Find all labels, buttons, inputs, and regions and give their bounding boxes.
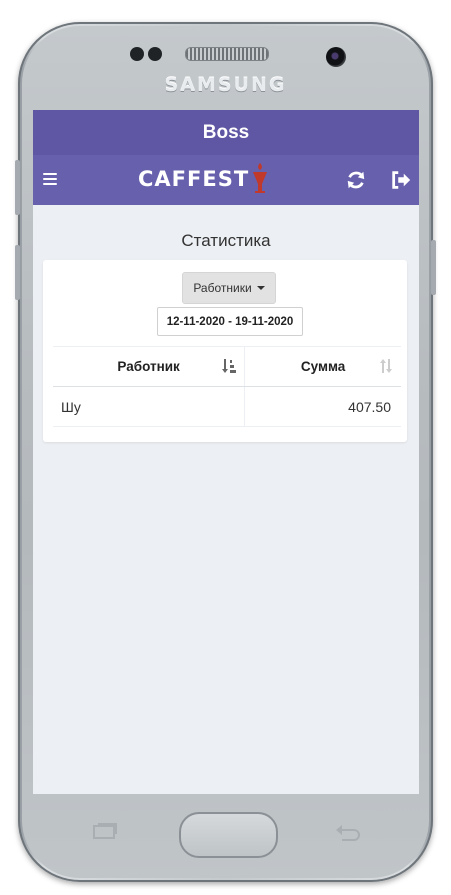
recents-icon	[93, 823, 117, 839]
volume-up-button	[15, 160, 20, 215]
home-button	[179, 812, 278, 858]
power-button	[431, 240, 436, 295]
column-header-worker[interactable]: Работник	[53, 346, 246, 387]
logout-icon[interactable]	[390, 169, 412, 191]
statistics-card: Работники 12-11-2020 - 19-11-2020 Работн…	[43, 260, 407, 442]
column-header-label: Работник	[117, 359, 180, 374]
app-screen: Boss CAFFEST Статистика Работники 12-11-…	[33, 110, 419, 794]
volume-down-button	[15, 245, 20, 300]
app-toolbar: CAFFEST	[33, 155, 419, 205]
app-logo-text: CAFFEST	[138, 167, 250, 191]
sensor-dot	[148, 47, 162, 61]
dropdown-label: Работники	[193, 281, 252, 295]
table-row: Шу 407.50	[53, 386, 401, 427]
caret-down-icon	[256, 286, 265, 290]
earpiece-speaker	[185, 47, 269, 61]
refresh-icon[interactable]	[345, 169, 367, 191]
sort-ascending-icon[interactable]	[222, 358, 237, 374]
app-title: Boss	[33, 110, 419, 155]
page-title: Статистика	[181, 231, 271, 250]
column-header-sum[interactable]: Сумма	[244, 346, 401, 387]
row-sum: 407.50	[244, 386, 401, 427]
front-camera	[326, 47, 346, 67]
row-worker-name: Шу	[53, 386, 246, 427]
date-range-picker[interactable]: 12-11-2020 - 19-11-2020	[157, 307, 303, 336]
back-icon	[336, 825, 360, 841]
sort-both-icon[interactable]	[379, 358, 393, 374]
hamburger-menu-icon[interactable]	[43, 173, 57, 186]
sensor-dot	[130, 47, 144, 61]
statistics-table: Работник Сумма Шу 407.50	[53, 346, 401, 427]
column-header-label: Сумма	[300, 359, 346, 374]
workers-dropdown-button[interactable]: Работники	[182, 272, 276, 304]
logo-glass-icon	[253, 163, 267, 193]
device-brand: SAMSUNG	[164, 74, 287, 96]
